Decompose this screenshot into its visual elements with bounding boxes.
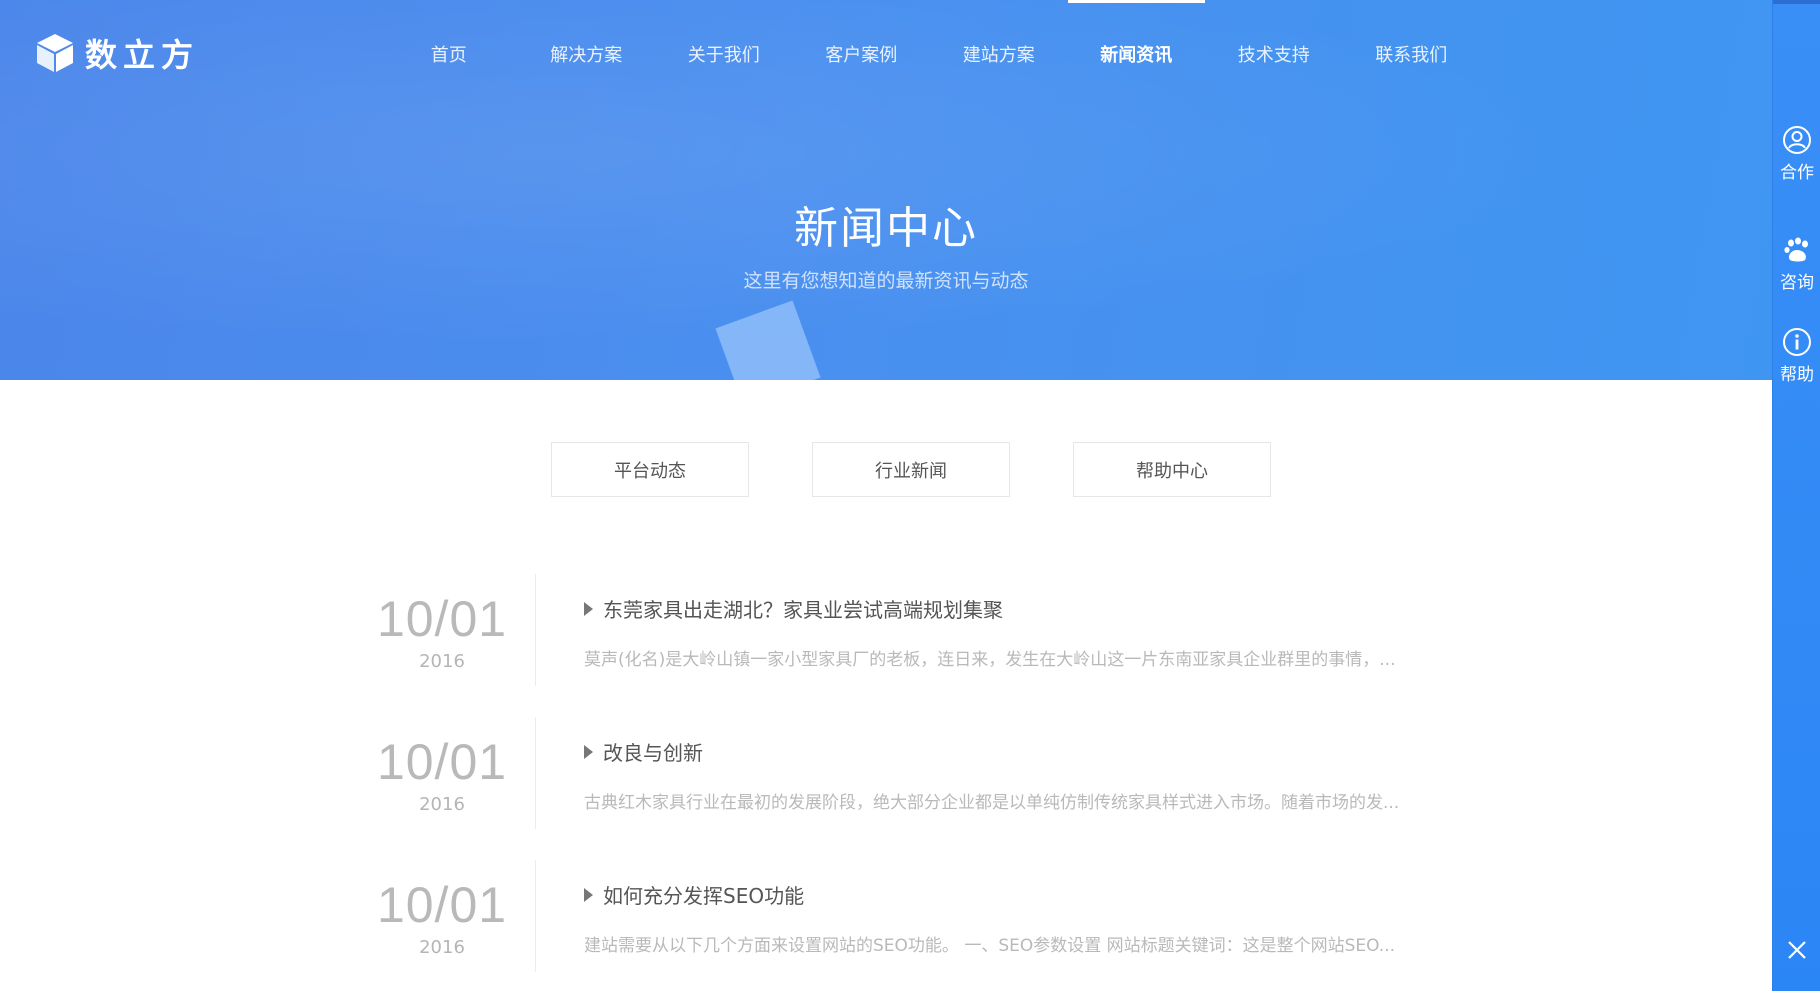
nav-item-news[interactable]: 新闻资讯 — [1067, 0, 1206, 108]
news-date: 10/01 2016 — [362, 574, 522, 672]
page-subtitle: 这里有您想知道的最新资讯与动态 — [743, 270, 1029, 292]
logo-text: 数立方 — [85, 36, 200, 74]
news-title-text: 东莞家具出走湖北？家具业尝试高端规划集聚 — [603, 598, 1003, 622]
nav-item-support[interactable]: 技术支持 — [1205, 0, 1343, 108]
floating-sidebar: 合作 咨询 帮助 — [1772, 0, 1820, 991]
page-title: 新闻中心 — [794, 203, 978, 254]
nav-item-site-plans[interactable]: 建站方案 — [930, 0, 1068, 108]
nav-item-solutions[interactable]: 解决方案 — [518, 0, 656, 108]
news-date: 10/01 2016 — [362, 717, 522, 815]
sidebar-item-help[interactable]: 帮助 — [1773, 326, 1820, 385]
news-month-day: 10/01 — [376, 591, 508, 647]
news-month-day: 10/01 — [376, 877, 508, 933]
info-icon — [1783, 328, 1811, 356]
news-excerpt: 建站需要从以下几个方面来设置网站的SEO功能。 一、SEO参数设置 网站标题关键… — [584, 936, 1396, 956]
sidebar-item-consult[interactable]: 咨询 — [1773, 234, 1820, 293]
news-divider — [535, 717, 536, 829]
sidebar-item-label: 合作 — [1780, 163, 1814, 183]
news-item: 10/01 2016 改良与创新 古典红木家具行业在最初的发展阶段，绝大部分企业… — [0, 717, 1772, 829]
news-category-tabs: 平台动态 行业新闻 帮助中心 — [551, 442, 1271, 497]
news-item: 10/01 2016 如何充分发挥SEO功能 建站需要从以下几个方面来设置网站的… — [0, 860, 1772, 972]
nav-item-contact[interactable]: 联系我们 — [1343, 0, 1481, 108]
site-logo[interactable]: 数立方 — [33, 30, 199, 76]
hero-banner: 数立方 首页 解决方案 关于我们 客户案例 建站方案 新闻资讯 技术支持 联系我… — [0, 0, 1772, 380]
user-icon — [1783, 126, 1811, 154]
sidebar-item-label: 帮助 — [1780, 365, 1814, 385]
sidebar-item-cooperation[interactable]: 合作 — [1773, 124, 1820, 183]
news-divider — [535, 860, 536, 972]
sidebar-close-button[interactable] — [1773, 930, 1820, 970]
close-icon — [1788, 941, 1806, 959]
news-month-day: 10/01 — [376, 734, 508, 790]
news-title-text: 改良与创新 — [603, 741, 703, 765]
tab-industry-news[interactable]: 行业新闻 — [812, 442, 1010, 497]
news-year: 2016 — [419, 937, 465, 958]
news-year: 2016 — [419, 651, 465, 672]
news-body: 改良与创新 古典红木家具行业在最初的发展阶段，绝大部分企业都是以单纯仿制传统家具… — [584, 737, 1434, 813]
sidebar-top-edge — [1773, 0, 1820, 4]
news-title-link[interactable]: 如何充分发挥SEO功能 — [584, 880, 1434, 909]
news-year: 2016 — [419, 794, 465, 815]
paw-chat-icon — [1784, 237, 1808, 262]
news-title-link[interactable]: 改良与创新 — [584, 737, 1434, 766]
nav-item-about[interactable]: 关于我们 — [655, 0, 793, 108]
news-date: 10/01 2016 — [362, 860, 522, 958]
news-body: 东莞家具出走湖北？家具业尝试高端规划集聚 莫声(化名)是大岭山镇一家小型家具厂的… — [584, 594, 1434, 670]
news-body: 如何充分发挥SEO功能 建站需要从以下几个方面来设置网站的SEO功能。 一、SE… — [584, 880, 1434, 956]
cube-logo-icon — [37, 34, 73, 72]
news-title-text: 如何充分发挥SEO功能 — [603, 884, 805, 908]
tab-help-center[interactable]: 帮助中心 — [1073, 442, 1271, 497]
news-excerpt: 古典红木家具行业在最初的发展阶段，绝大部分企业都是以单纯仿制传统家具样式进入市场… — [584, 793, 1400, 813]
news-excerpt: 莫声(化名)是大岭山镇一家小型家具厂的老板，连日来，发生在大岭山这一片东南亚家具… — [584, 650, 1396, 670]
tab-platform-news[interactable]: 平台动态 — [551, 442, 749, 497]
caret-right-icon — [584, 887, 593, 902]
nav-item-cases[interactable]: 客户案例 — [793, 0, 931, 108]
caret-right-icon — [584, 744, 593, 759]
caret-right-icon — [584, 601, 593, 616]
news-item: 10/01 2016 东莞家具出走湖北？家具业尝试高端规划集聚 莫声(化名)是大… — [0, 574, 1772, 686]
news-divider — [535, 574, 536, 686]
nav-item-home[interactable]: 首页 — [380, 0, 518, 108]
news-title-link[interactable]: 东莞家具出走湖北？家具业尝试高端规划集聚 — [584, 594, 1434, 623]
sidebar-item-label: 咨询 — [1780, 273, 1814, 293]
main-nav: 首页 解决方案 关于我们 客户案例 建站方案 新闻资讯 技术支持 联系我们 — [380, 0, 1480, 108]
